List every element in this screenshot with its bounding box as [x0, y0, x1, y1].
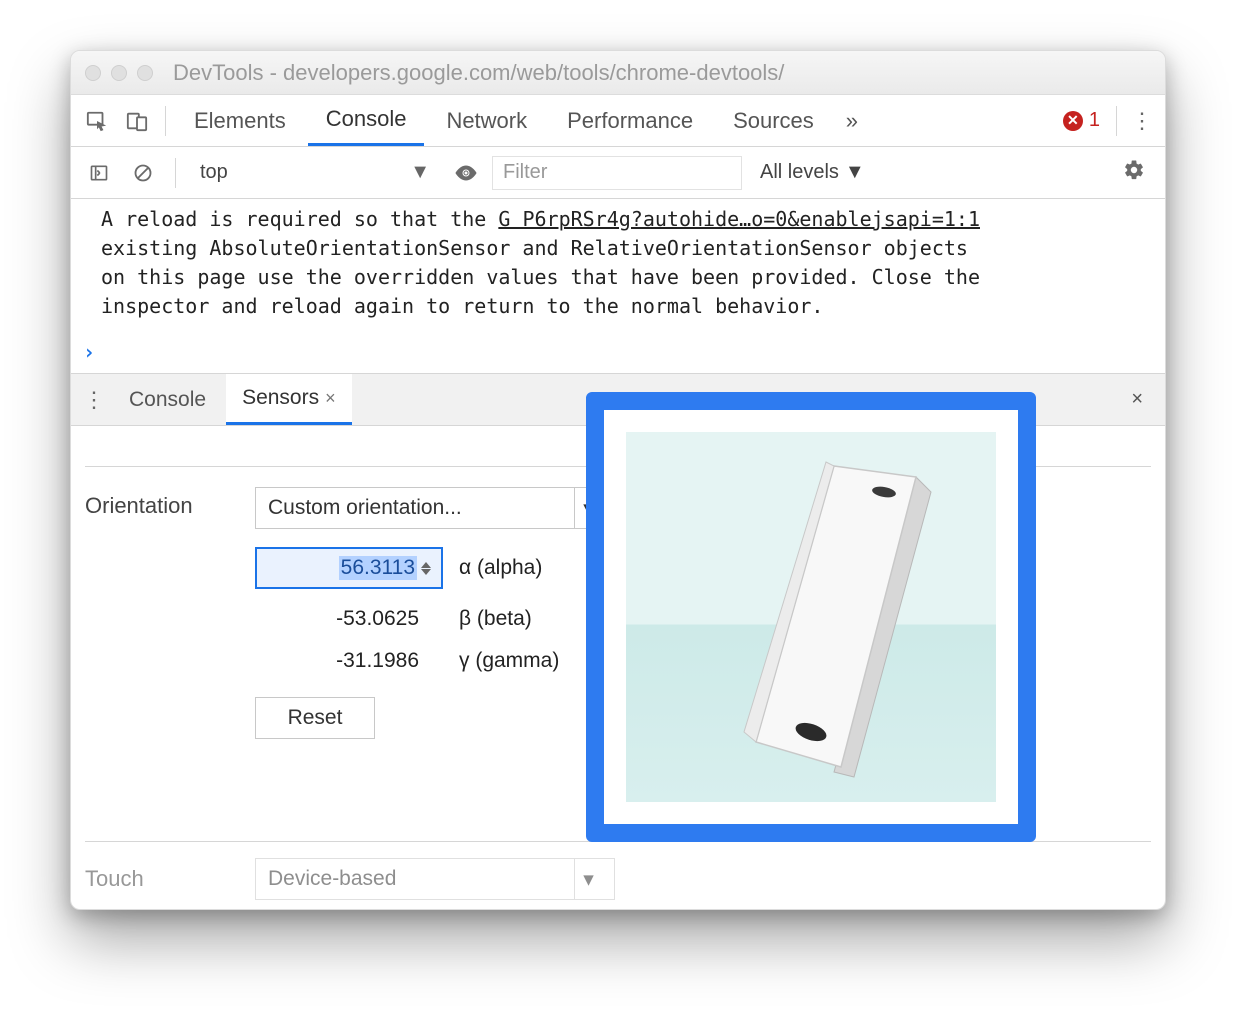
- drawer-tab-label: Sensors: [242, 386, 319, 410]
- drawer-tab-console[interactable]: Console: [113, 374, 222, 425]
- tabs-overflow[interactable]: »: [836, 108, 868, 134]
- phone-3d-icon: [626, 432, 996, 802]
- error-count: 1: [1089, 109, 1100, 132]
- orientation-label: Orientation: [85, 487, 235, 519]
- orientation-select-value: Custom orientation...: [268, 496, 462, 520]
- window-title: DevTools - developers.google.com/web/too…: [173, 60, 1151, 86]
- beta-label: β (beta): [459, 607, 532, 631]
- separator: [1116, 106, 1117, 136]
- drawer-tab-sensors[interactable]: Sensors ×: [226, 374, 352, 425]
- touch-select[interactable]: Device-based ▾: [255, 858, 615, 900]
- main-menu-icon[interactable]: ⋮: [1127, 108, 1157, 134]
- drawer-menu-icon[interactable]: ⋮: [79, 387, 109, 413]
- context-value: top: [200, 161, 228, 184]
- tab-console[interactable]: Console: [308, 95, 425, 146]
- separator: [175, 158, 176, 188]
- gamma-label: γ (gamma): [459, 649, 559, 673]
- console-toolbar: top ▼ Filter All levels ▼: [71, 147, 1165, 199]
- chevron-down-icon: ▾: [574, 859, 602, 899]
- console-sidebar-toggle-icon[interactable]: [81, 155, 117, 191]
- window-titlebar: DevTools - developers.google.com/web/too…: [71, 51, 1165, 95]
- live-expression-icon[interactable]: [448, 155, 484, 191]
- tab-network[interactable]: Network: [428, 95, 545, 146]
- orientation-3d-highlight: [586, 392, 1036, 842]
- alpha-input[interactable]: 56.3113: [255, 547, 443, 589]
- levels-label: All levels: [760, 161, 839, 184]
- chevron-down-icon: ▼: [845, 161, 865, 184]
- close-tab-icon[interactable]: ×: [325, 388, 336, 409]
- touch-row: Touch Device-based ▾: [85, 858, 1151, 900]
- reset-button[interactable]: Reset: [255, 697, 375, 739]
- console-settings-icon[interactable]: [1123, 159, 1155, 187]
- drawer-close-icon[interactable]: ×: [1131, 388, 1157, 411]
- minimize-dot[interactable]: [111, 65, 127, 81]
- console-message: A reload is required so that the G P6rpR…: [101, 205, 1151, 321]
- context-selector[interactable]: top ▼: [190, 155, 440, 191]
- alpha-value: 56.3113: [339, 556, 417, 580]
- beta-value[interactable]: -53.0625: [255, 607, 443, 631]
- chevron-down-icon: ▼: [410, 161, 430, 184]
- touch-label: Touch: [85, 866, 235, 892]
- device-toolbar-icon[interactable]: [119, 103, 155, 139]
- tab-sources[interactable]: Sources: [715, 95, 832, 146]
- separator: [165, 106, 166, 136]
- orientation-select[interactable]: Custom orientation... ▾: [255, 487, 615, 529]
- log-levels-selector[interactable]: All levels ▼: [750, 161, 875, 184]
- filter-placeholder: Filter: [503, 161, 547, 184]
- error-icon: ✕: [1063, 111, 1083, 131]
- zoom-dot[interactable]: [137, 65, 153, 81]
- window-controls[interactable]: [85, 65, 153, 81]
- tab-elements[interactable]: Elements: [176, 95, 304, 146]
- stepper-icon[interactable]: [421, 553, 437, 583]
- inspect-element-icon[interactable]: [79, 103, 115, 139]
- gamma-value[interactable]: -31.1986: [255, 649, 443, 673]
- alpha-label: α (alpha): [459, 556, 542, 580]
- orientation-3d-model[interactable]: [626, 432, 996, 802]
- tab-performance[interactable]: Performance: [549, 95, 711, 146]
- console-prompt[interactable]: ›: [83, 338, 95, 367]
- close-dot[interactable]: [85, 65, 101, 81]
- console-output: A reload is required so that the G P6rpR…: [71, 199, 1165, 374]
- touch-select-value: Device-based: [268, 867, 396, 891]
- clear-console-icon[interactable]: [125, 155, 161, 191]
- main-tabbar: Elements Console Network Performance Sou…: [71, 95, 1165, 147]
- error-badge[interactable]: ✕ 1: [1057, 109, 1106, 132]
- console-filter-input[interactable]: Filter: [492, 156, 742, 190]
- message-source-link[interactable]: G P6rpRSr4g?autohide…o=0&enablejsapi=1:1: [498, 207, 980, 231]
